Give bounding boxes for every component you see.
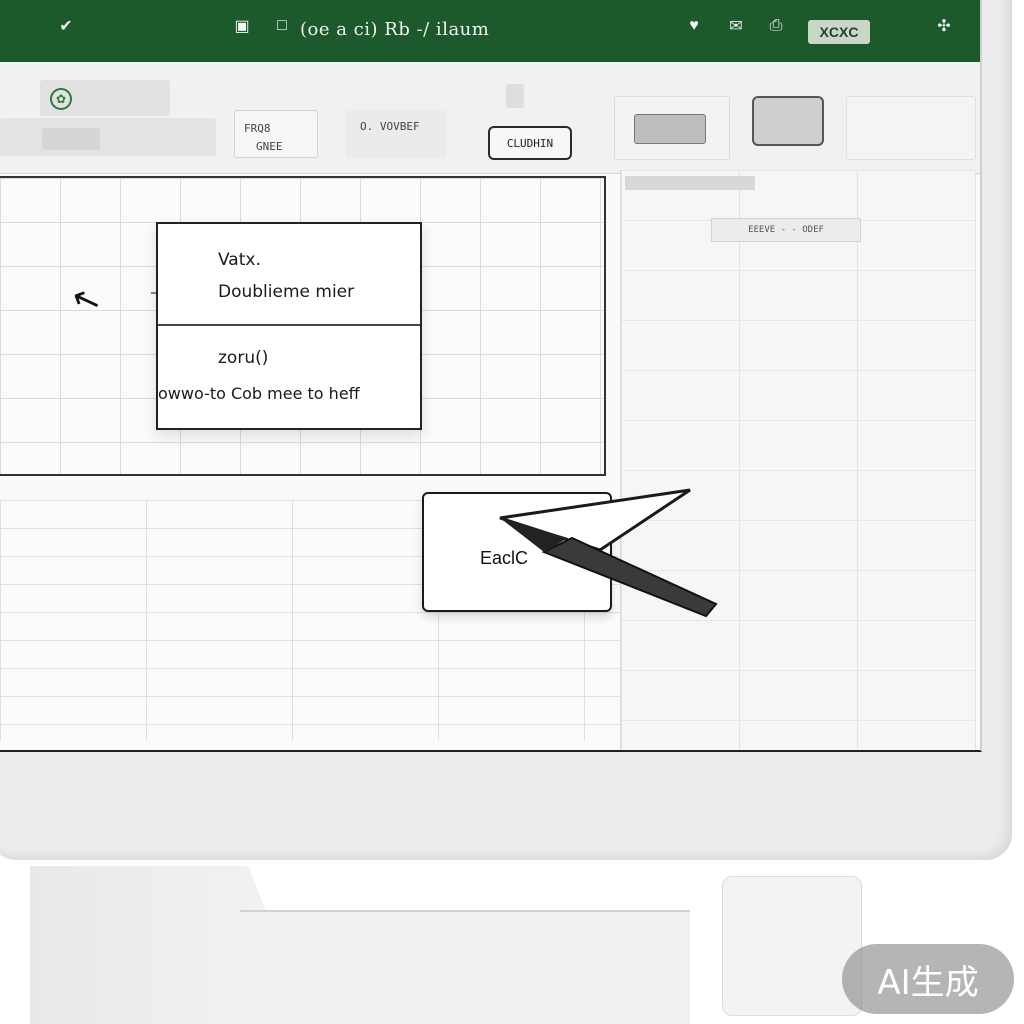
popup-divider [158, 324, 420, 326]
side-panel-header [625, 176, 755, 190]
ribbon-group-home[interactable] [0, 118, 216, 156]
heart-icon[interactable]: ♥ [682, 14, 706, 38]
ribbon-field-one: FRQ8 [244, 122, 271, 135]
title-bar: ✔ ▣ □ (oe a ci) Rb -/ ilaum ♥ ✉ ⎙ XCXC ✣ [0, 0, 980, 62]
square-icon[interactable]: □ [270, 14, 294, 38]
side-panel: EEEVE - - ODEF [620, 170, 976, 750]
cursor-arrow-icon [499, 488, 718, 618]
desk-peripheral [722, 876, 862, 1016]
ribbon-field-two-box[interactable] [346, 110, 446, 158]
monitor-stand-base [240, 910, 690, 1024]
printer-icon[interactable]: ⎙ [764, 14, 788, 38]
app-window: ✔ ▣ □ (oe a ci) Rb -/ ilaum ♥ ✉ ⎙ XCXC ✣… [0, 0, 982, 752]
info-popup: Vatx. Doublieme mier zoru() owwo-to Cob … [156, 222, 422, 430]
side-panel-label[interactable]: EEEVE - - ODEF [711, 218, 861, 242]
side-panel-grid [621, 170, 976, 750]
watermark: AI生成 [842, 944, 1014, 1014]
ribbon-logo[interactable]: ✿ [40, 80, 170, 116]
ribbon-device-icon[interactable] [752, 96, 824, 146]
popup-line-2: Doublieme mier [218, 282, 355, 302]
popup-line-4: owwo-to Cob mee to heff [158, 384, 360, 403]
app-logo-icon: ✿ [50, 88, 72, 110]
save-icon[interactable]: ▣ [230, 14, 254, 38]
ribbon-toolbar: ✿ FRQ8 GNEE O. VOVBEF CLUDHIN [0, 62, 980, 174]
ribbon-small-icon[interactable] [506, 84, 524, 108]
mail-icon[interactable]: ✉ [724, 14, 748, 38]
status-badge: XCXC [808, 20, 870, 44]
check-shield-icon[interactable]: ✔ [54, 14, 78, 38]
window-title: (oe a ci) Rb -/ ilaum [300, 19, 490, 40]
popup-line-3: zoru() [218, 348, 269, 368]
ribbon-group-end [846, 96, 976, 160]
popup-line-1: Vatx. [218, 250, 261, 270]
ribbon-field-one-sub: GNEE [256, 140, 283, 153]
ribbon-action-button[interactable]: CLUDHIN [488, 126, 572, 160]
ribbon-field-two: O. VOVBEF [360, 120, 420, 133]
clover-icon[interactable]: ✣ [932, 14, 956, 38]
ribbon-tool-button[interactable] [634, 114, 706, 144]
ribbon-chip[interactable] [42, 128, 100, 150]
